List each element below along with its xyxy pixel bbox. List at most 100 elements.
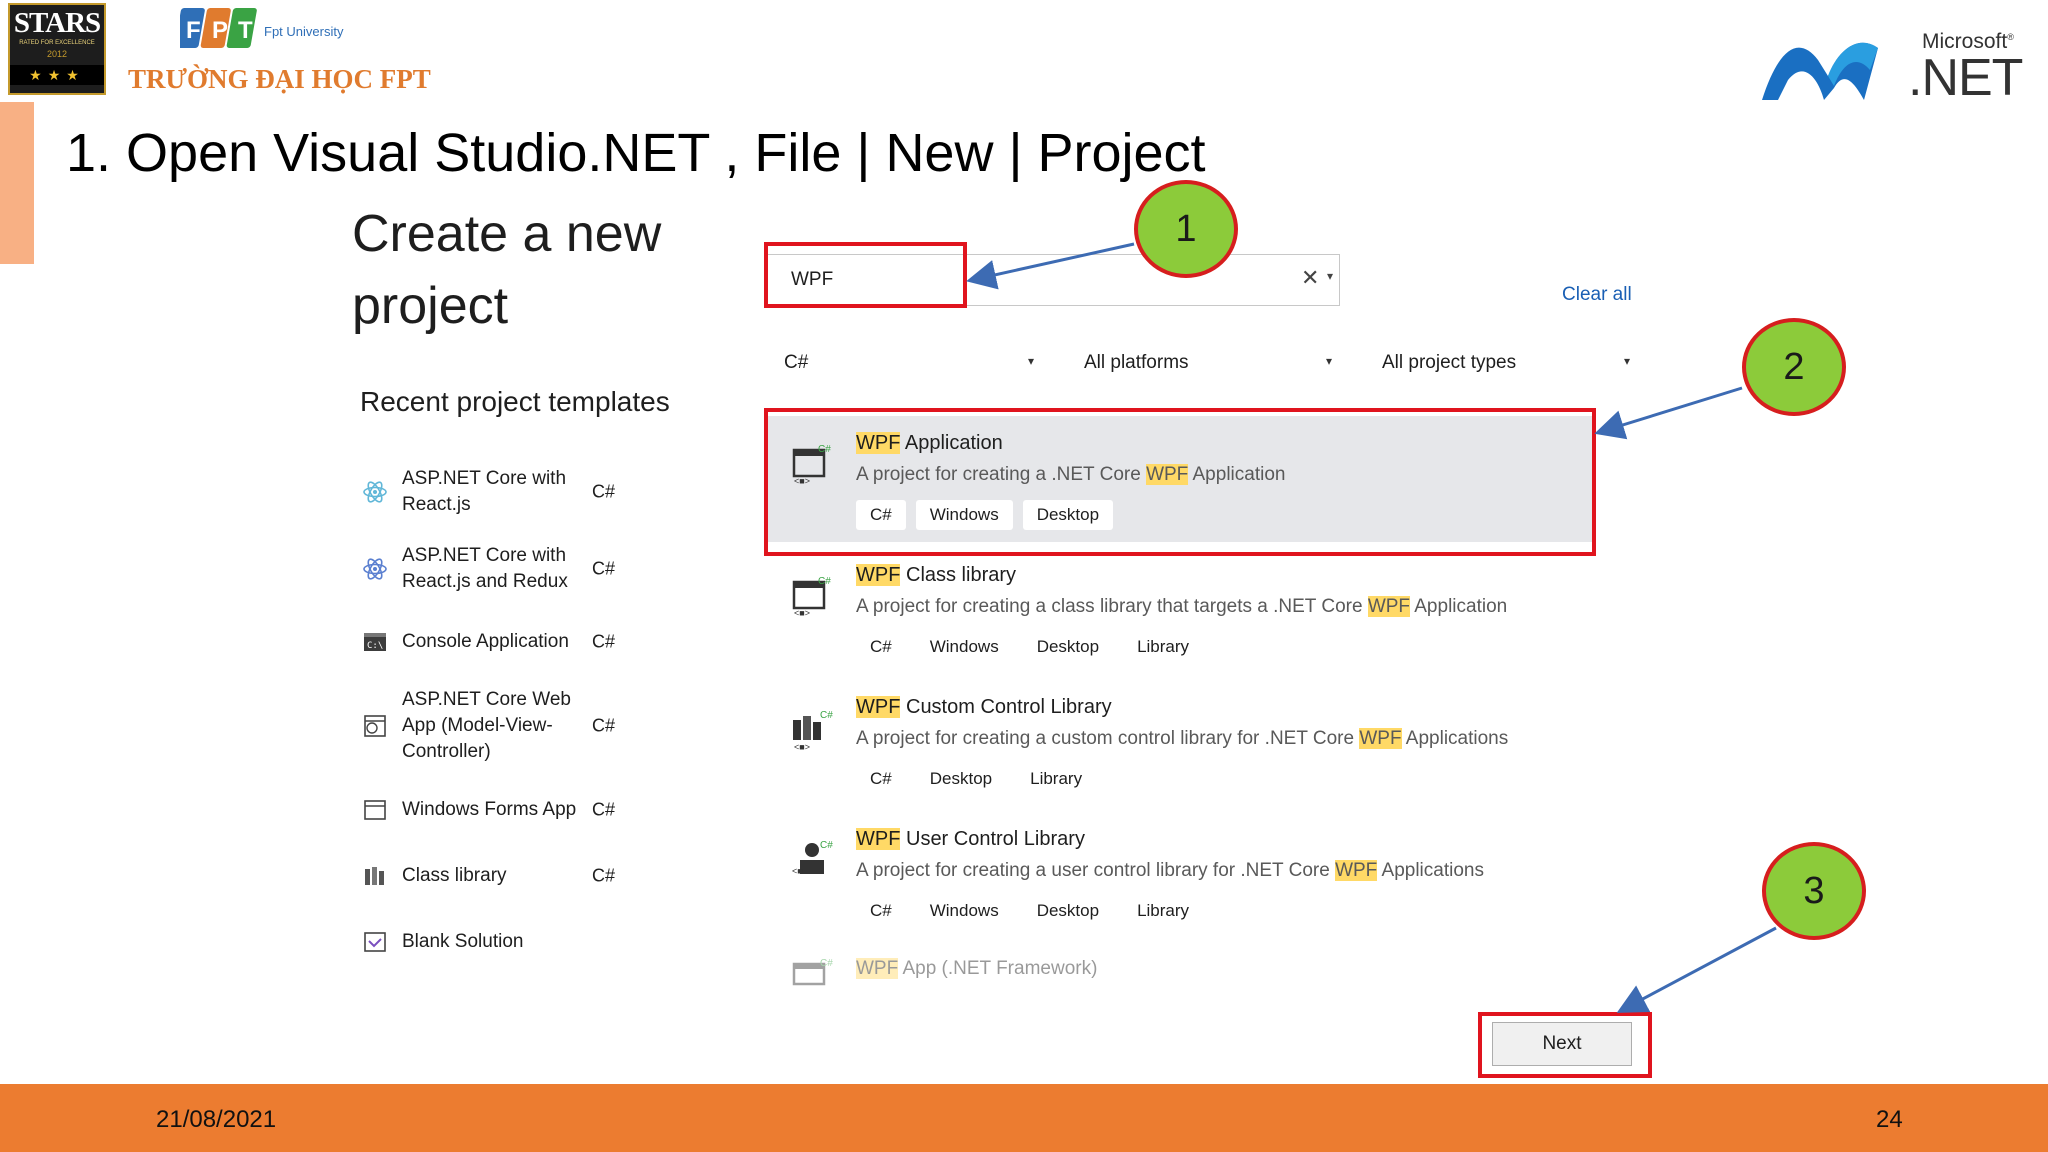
recent-template-lang: C# <box>592 865 616 886</box>
wpf-user-control-library-icon: C# <■ <box>792 840 833 876</box>
template-title: WPF Custom Control Library <box>856 696 1112 718</box>
template-description: A project for creating a class library t… <box>856 596 1508 617</box>
language-filter-value: C# <box>784 352 809 373</box>
next-highlight-box <box>1478 1012 1652 1078</box>
recent-template-item[interactable]: ASP.NET Core with React.js and Redux C# <box>362 539 642 599</box>
dialog-heading: Create a new project <box>352 205 662 335</box>
template-item[interactable]: C# <■> WPF Class library A project for cr… <box>766 548 1594 674</box>
project-type-filter-value: All project types <box>1382 352 1517 373</box>
template-title: WPF Class library <box>856 564 1017 586</box>
svg-text:<■>: <■> <box>794 608 810 618</box>
svg-text:P: P <box>212 17 228 44</box>
template-item[interactable]: C# <■ WPF User Control Library A project … <box>766 812 1594 938</box>
template-tags: C# Windows Desktop Library <box>856 896 1203 926</box>
search-history-chevron-icon[interactable]: ▾ <box>1327 269 1333 283</box>
recent-template-item[interactable]: ASP.NET Core Web App (Model-View-Control… <box>362 686 642 766</box>
recent-template-lang: C# <box>592 715 616 736</box>
recent-template-name: Class library <box>402 865 507 886</box>
recent-template-item[interactable]: Windows Forms App C# <box>362 780 642 840</box>
template-item-partial[interactable]: C# WPF App (.NET Framework) <box>766 952 1594 992</box>
template-description: A project for creating a custom control … <box>856 728 1509 749</box>
stars-logo-subtitle: RATED FOR EXCELLENCE <box>19 40 95 46</box>
footer-date: 21/08/2021 <box>156 1106 277 1133</box>
clear-all-link[interactable]: Clear all <box>1562 284 1632 306</box>
svg-text:C:\: C:\ <box>367 641 383 651</box>
callout-step-2: 2 <box>1742 318 1846 416</box>
svg-text:<■: <■ <box>792 866 803 876</box>
stars-logo-text: STARS <box>13 7 101 39</box>
tag: C# <box>870 769 892 788</box>
fpt-school-name: TRƯỜNG ĐẠI HỌC FPT <box>128 64 431 94</box>
chevron-down-icon: ▾ <box>1027 354 1034 368</box>
recent-template-name: ASP.NET Core with React.js <box>402 468 567 515</box>
template-tags: C# Windows Desktop Library <box>856 632 1203 662</box>
svg-text:C#: C# <box>820 710 833 721</box>
fpt-university-label: Fpt University <box>264 24 344 39</box>
react-icon <box>363 481 387 503</box>
recent-template-lang: C# <box>592 799 616 820</box>
language-filter-dropdown[interactable]: C# ▾ <box>784 352 1034 382</box>
recent-template-name: ASP.NET Core Web App (Model-View-Control… <box>402 689 571 762</box>
dotnet-label: .NET <box>1908 49 2023 107</box>
platform-filter-value: All platforms <box>1084 352 1189 373</box>
tag: C# <box>870 637 892 656</box>
recent-templates-heading: Recent project templates <box>360 386 670 417</box>
search-highlight-box <box>764 242 967 308</box>
arrow-3 <box>1616 926 1777 1013</box>
wpf-class-library-icon: C# <■> <box>792 576 831 618</box>
svg-text:C#: C# <box>820 840 833 851</box>
chevron-down-icon: ▾ <box>1623 354 1630 368</box>
dotnet-wave-icon <box>1762 42 1878 100</box>
callout-step-3: 3 <box>1762 842 1866 940</box>
stars-logo-year: 2012 <box>46 49 68 59</box>
clear-search-icon[interactable]: ✕ <box>1301 265 1319 291</box>
platform-filter-dropdown[interactable]: All platforms ▾ <box>1084 352 1332 382</box>
tag: Library <box>1137 637 1190 656</box>
recent-template-item[interactable]: Blank Solution <box>362 912 642 972</box>
chevron-down-icon: ▾ <box>1325 354 1332 368</box>
callout-step-1: 1 <box>1134 180 1238 278</box>
react-redux-icon <box>363 558 387 580</box>
tag: Library <box>1137 901 1190 920</box>
recent-template-name: Windows Forms App <box>402 799 577 820</box>
tag: Desktop <box>1036 901 1100 920</box>
svg-text:C#: C# <box>818 576 831 587</box>
console-icon: C:\ <box>364 633 386 651</box>
wpf-app-framework-icon: C# <box>792 958 833 986</box>
slide-title: 1. Open Visual Studio.NET , File | New |… <box>66 123 1206 183</box>
web-app-icon <box>364 715 386 737</box>
side-accent-bar <box>0 102 34 264</box>
page-number: 24 <box>1876 1106 1903 1133</box>
svg-text:C#: C# <box>820 958 833 969</box>
tag: Windows <box>929 901 999 920</box>
slide-footer <box>0 1084 2048 1152</box>
recent-template-item[interactable]: Class library C# <box>362 846 642 906</box>
svg-text:T: T <box>238 17 253 44</box>
recent-template-lang: C# <box>592 631 616 652</box>
class-library-icon <box>365 867 384 885</box>
template-title: WPF User Control Library <box>856 828 1085 850</box>
wpf-custom-control-library-icon: C# <■> <box>793 710 833 750</box>
tag: Windows <box>929 637 999 656</box>
template-title: WPF App (.NET Framework) <box>856 958 1098 979</box>
recent-template-item[interactable]: ASP.NET Core with React.js C# <box>362 462 642 522</box>
tag: C# <box>870 901 892 920</box>
recent-template-lang: C# <box>592 558 616 579</box>
stars-rating-logo: STARS RATED FOR EXCELLENCE 2012 ★★★ <box>8 3 106 95</box>
recent-template-name: Blank Solution <box>402 931 524 952</box>
stars-logo-stars: ★★★ <box>10 65 104 85</box>
blank-solution-icon <box>364 932 386 952</box>
project-type-filter-dropdown[interactable]: All project types ▾ <box>1382 352 1630 382</box>
template-item[interactable]: C# <■> WPF Custom Control Library A proje… <box>766 680 1594 806</box>
tag: Desktop <box>1036 637 1100 656</box>
window-form-icon <box>364 800 386 820</box>
template-description: A project for creating a user control li… <box>856 860 1484 881</box>
recent-template-item[interactable]: C:\ Console Application C# <box>362 612 642 672</box>
template-highlight-box <box>764 408 1596 556</box>
svg-text:F: F <box>186 17 201 44</box>
template-tags: C# Desktop Library <box>856 764 1096 794</box>
recent-template-name: ASP.NET Core with React.js and Redux <box>402 545 568 592</box>
svg-text:<■>: <■> <box>794 742 810 750</box>
tag: Library <box>1030 769 1083 788</box>
recent-template-name: Console Application <box>402 631 569 652</box>
